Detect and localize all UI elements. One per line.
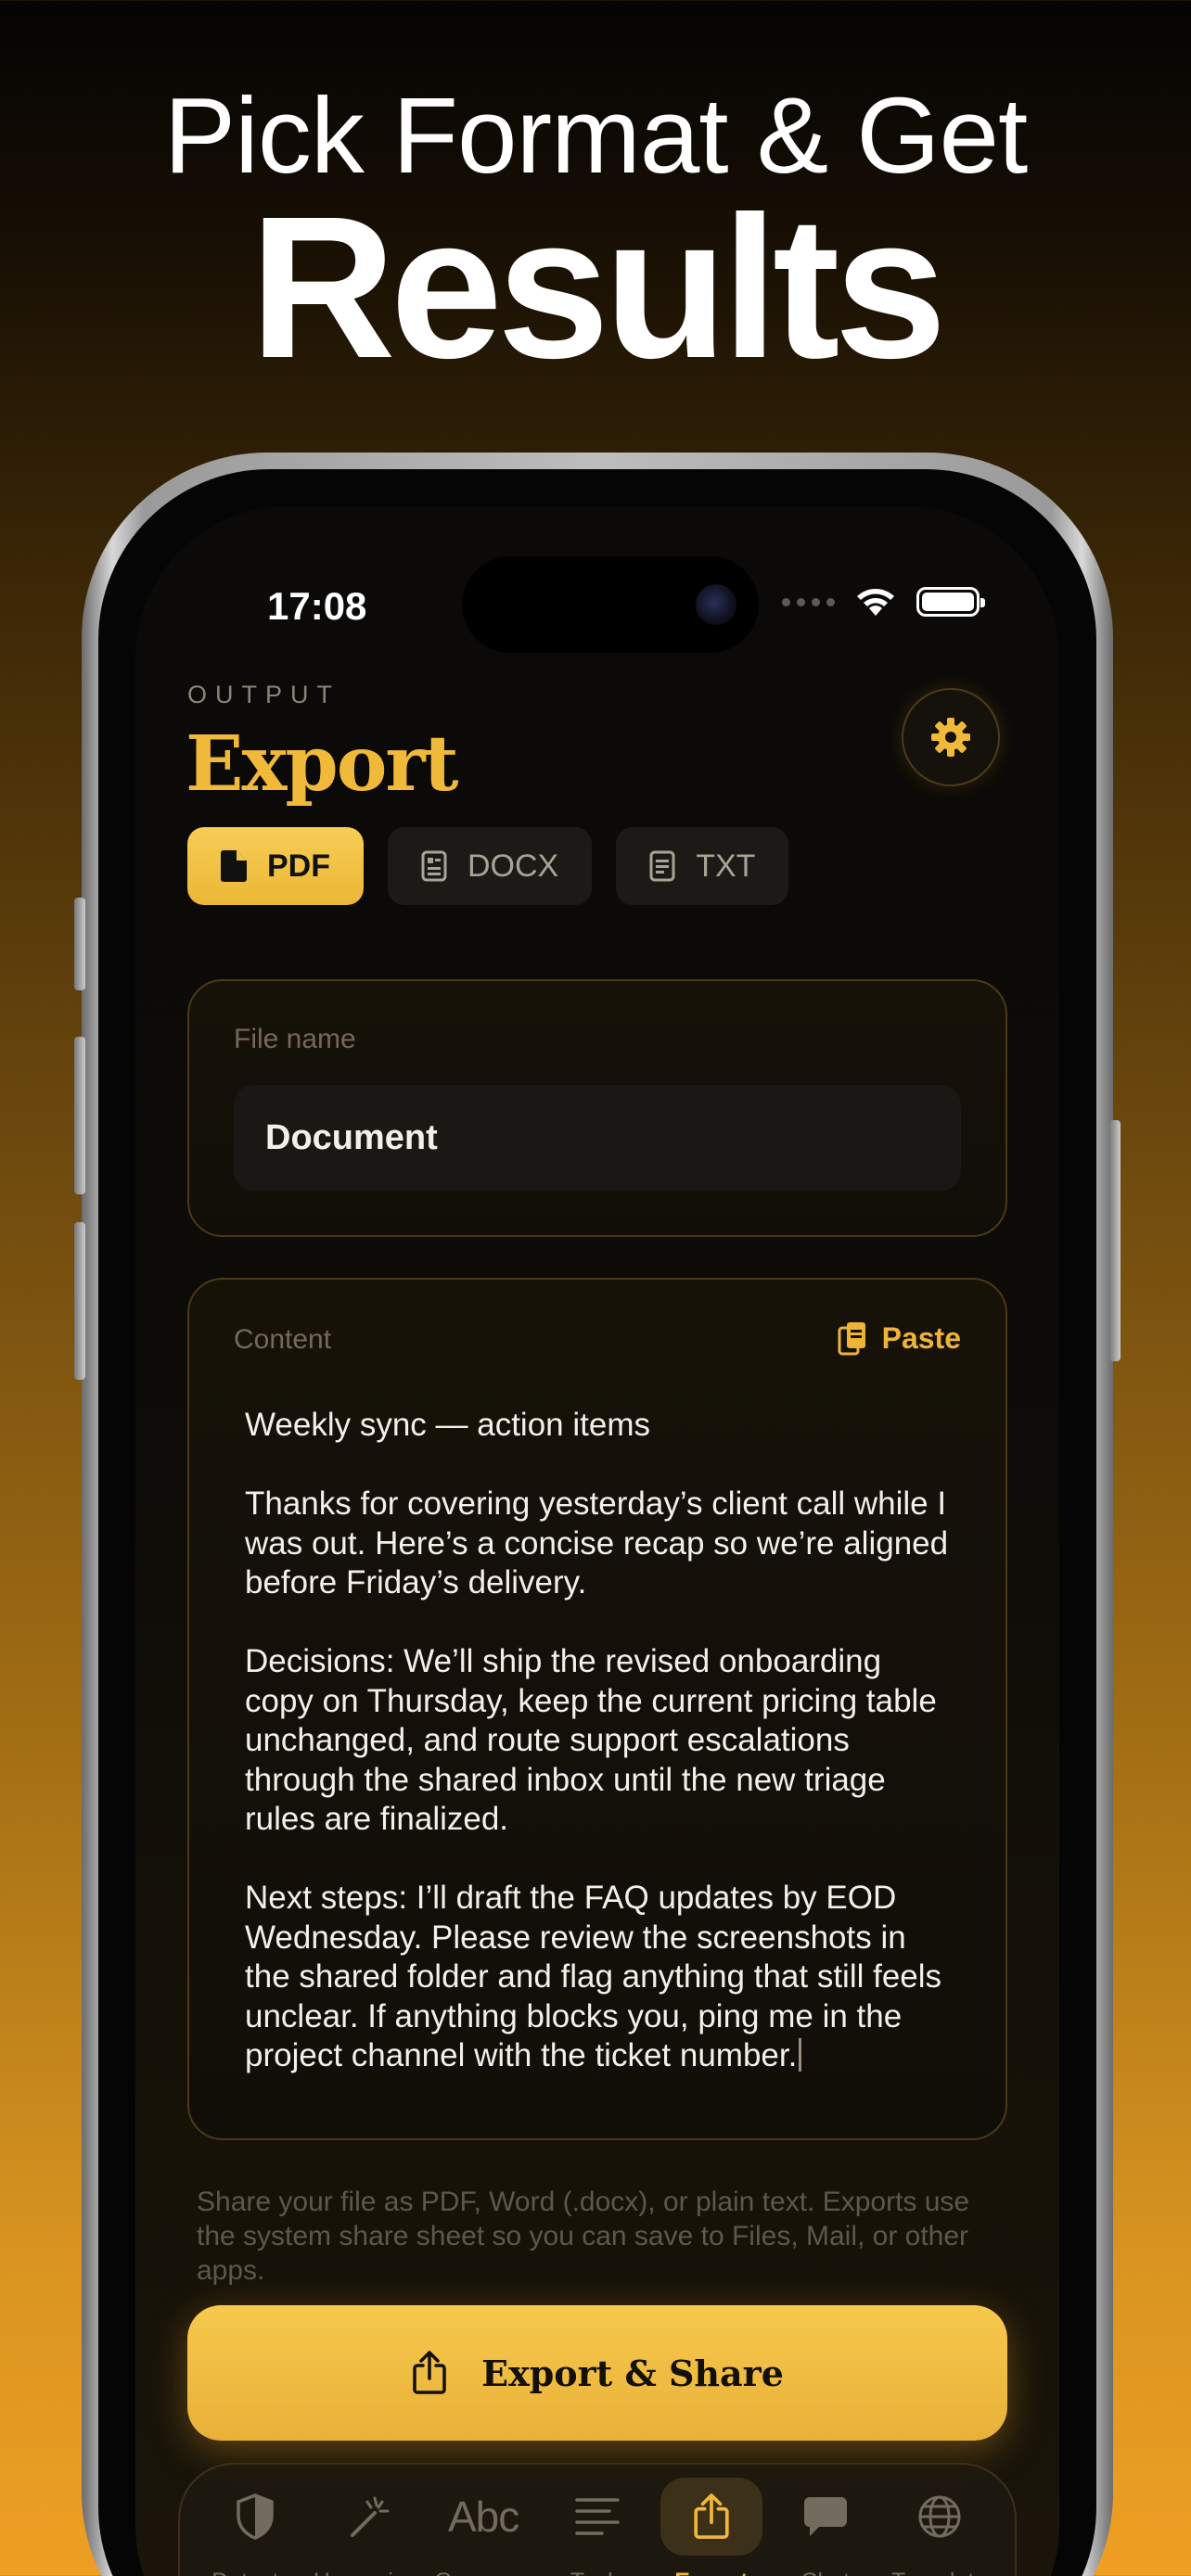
- text-cursor: [799, 2038, 802, 2072]
- tab-label: Detector: [211, 2569, 299, 2576]
- camera-icon: [696, 584, 736, 625]
- battery-icon: [916, 587, 985, 617]
- tab-translate[interactable]: Translate: [882, 2478, 996, 2576]
- document-filled-icon: [221, 850, 247, 882]
- docx-file-icon: [421, 850, 447, 882]
- phone-frame: 17:08 OUTPUT Export PDF DOCX TXT File na…: [74, 453, 1121, 2576]
- tab-chat[interactable]: Chat: [768, 2478, 882, 2576]
- action-button: [74, 898, 85, 990]
- abc-icon: Abc: [448, 2493, 519, 2541]
- export-share-button[interactable]: Export & Share: [187, 2305, 1007, 2441]
- format-docx-button[interactable]: DOCX: [388, 827, 593, 905]
- format-label: PDF: [267, 848, 330, 884]
- promo-headline: Pick Format & Get Results: [0, 74, 1191, 401]
- gear-icon: [931, 718, 970, 757]
- settings-button[interactable]: [902, 688, 1000, 786]
- tab-tools[interactable]: Tools: [541, 2478, 655, 2576]
- magic-wand-icon: [351, 2496, 390, 2537]
- headline-line-2: Results: [250, 175, 946, 401]
- content-card: Content Paste Weekly sync — action items…: [187, 1278, 1007, 2140]
- tab-label: Humanizer: [314, 2569, 426, 2576]
- tab-detector[interactable]: Detector: [198, 2478, 313, 2576]
- power-button: [1109, 1120, 1121, 1361]
- page-title: Export: [186, 720, 458, 809]
- tab-humanizer[interactable]: Humanizer: [313, 2478, 427, 2576]
- phone-bezel: 17:08 OUTPUT Export PDF DOCX TXT File na…: [98, 469, 1096, 2576]
- lines-icon: [575, 2498, 620, 2535]
- content-label: Content: [234, 1324, 332, 1355]
- dynamic-island: [462, 556, 759, 653]
- format-pdf-button[interactable]: PDF: [187, 827, 364, 905]
- share-icon: [413, 2351, 446, 2394]
- text-file-icon: [649, 850, 675, 882]
- file-name-label: File name: [234, 1024, 356, 1054]
- wifi-icon: [857, 589, 894, 616]
- paste-button[interactable]: Paste: [838, 1320, 961, 1356]
- tab-label: Export: [674, 2569, 748, 2576]
- file-name-input[interactable]: Document: [234, 1085, 961, 1191]
- export-note: Share your file as PDF, Word (.docx), or…: [197, 2187, 970, 2286]
- volume-down-button: [74, 1222, 85, 1380]
- file-name-card: File name Document: [187, 979, 1007, 1237]
- format-label: TXT: [696, 848, 756, 884]
- volume-up-button: [74, 1037, 85, 1194]
- content-textarea[interactable]: Weekly sync — action items Thanks for co…: [245, 1406, 955, 2076]
- shield-icon: [237, 2493, 275, 2540]
- tab-grammar[interactable]: Abc Grammar: [427, 2478, 541, 2576]
- status-time: 17:08: [267, 584, 367, 628]
- chat-bubble-icon: [803, 2497, 847, 2536]
- phone-screen: 17:08 OUTPUT Export PDF DOCX TXT File na…: [135, 506, 1059, 2576]
- clipboard-icon: [838, 1322, 865, 1356]
- format-txt-button[interactable]: TXT: [616, 827, 789, 905]
- tab-bar: Detector Humanizer Abc Grammar: [178, 2463, 1017, 2576]
- share-icon: [694, 2493, 729, 2539]
- export-share-label: Export & Share: [481, 2352, 784, 2394]
- tab-label: Grammar: [434, 2569, 532, 2576]
- paste-label: Paste: [881, 1320, 961, 1355]
- format-label: DOCX: [467, 848, 559, 884]
- tab-label: Chat: [800, 2569, 850, 2576]
- tab-label: Tools: [570, 2569, 624, 2576]
- content-text: Weekly sync — action items Thanks for co…: [245, 1407, 949, 2073]
- status-icons: [782, 586, 985, 618]
- section-eyebrow: OUTPUT: [187, 681, 340, 708]
- tab-export[interactable]: Export: [654, 2478, 768, 2576]
- globe-icon: [918, 2495, 961, 2538]
- signal-dots-icon: [782, 597, 835, 606]
- tab-label: Translate: [891, 2569, 987, 2576]
- format-selector: PDF DOCX TXT: [187, 827, 789, 905]
